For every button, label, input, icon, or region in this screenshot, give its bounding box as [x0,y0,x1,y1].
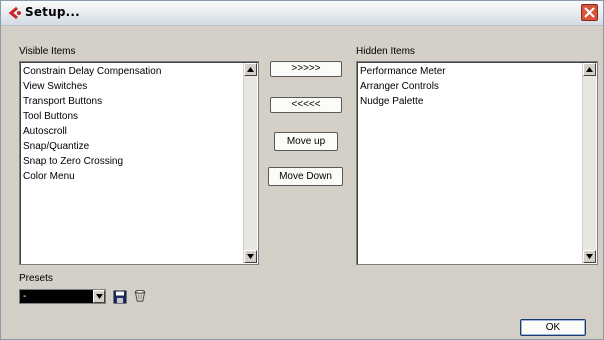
presets-dropdown[interactable]: - [19,289,106,304]
arrow-down-icon [247,254,254,259]
presets-dropdown-button[interactable] [93,290,105,303]
arrow-down-icon [586,254,593,259]
trash-icon[interactable] [133,289,147,303]
visible-scroll-up-button[interactable] [244,63,257,76]
presets-label: Presets [19,273,53,284]
hidden-list-scrollbar[interactable] [582,63,596,263]
chevron-down-icon [96,294,103,299]
title-bar[interactable]: Setup... [1,1,603,26]
arrow-up-icon [586,67,593,72]
close-icon [584,7,595,18]
hidden-list-item[interactable]: Arranger Controls [360,79,446,94]
visible-list-item[interactable]: Snap to Zero Crossing [23,154,161,169]
visible-items-label: Visible Items [19,46,76,57]
visible-list-scrollbar[interactable] [243,63,257,263]
arrow-up-icon [247,67,254,72]
ok-label: OK [545,322,561,333]
visible-list-item[interactable]: View Switches [23,79,161,94]
visible-list-item[interactable]: Tool Buttons [23,109,161,124]
hidden-scroll-up-button[interactable] [583,63,596,76]
presets-value: - [23,291,27,302]
move-down-label: Move Down [279,171,332,182]
close-button[interactable] [581,4,598,21]
hidden-list-item[interactable]: Nudge Palette [360,94,446,109]
visible-list-item[interactable]: Transport Buttons [23,94,161,109]
save-disk-icon[interactable] [113,290,127,304]
hidden-list-item[interactable]: Performance Meter [360,64,446,79]
window-title: Setup... [25,5,80,19]
ok-button[interactable]: OK [520,319,586,336]
visible-list-item[interactable]: Autoscroll [23,124,161,139]
move-down-button[interactable]: Move Down [268,167,343,186]
setup-dialog: Setup... Visible Items Constrain Delay C… [0,0,604,340]
hidden-items-container: Performance Meter Arranger Controls Nudge … [360,64,446,109]
move-up-label: Move up [286,136,326,147]
visible-list-item[interactable]: Constrain Delay Compensation [23,64,161,79]
hidden-items-label: Hidden Items [356,46,415,57]
move-to-hidden-button[interactable]: >>>>> [270,61,342,77]
visible-scroll-down-button[interactable] [244,250,257,263]
visible-list-item[interactable]: Color Menu [23,169,161,184]
hidden-items-list[interactable]: Performance Meter Arranger Controls Nudge … [356,61,598,265]
move-to-visible-button[interactable]: <<<<< [270,97,342,113]
cubase-logo-icon [8,6,21,20]
move-to-hidden-label: >>>>> [291,63,321,74]
visible-items-container: Constrain Delay Compensation View Switche… [23,64,161,184]
move-to-visible-label: <<<<< [291,99,321,110]
move-up-button[interactable]: Move up [274,132,338,151]
hidden-scroll-down-button[interactable] [583,250,596,263]
visible-list-item[interactable]: Snap/Quantize [23,139,161,154]
visible-items-list[interactable]: Constrain Delay Compensation View Switche… [19,61,259,265]
